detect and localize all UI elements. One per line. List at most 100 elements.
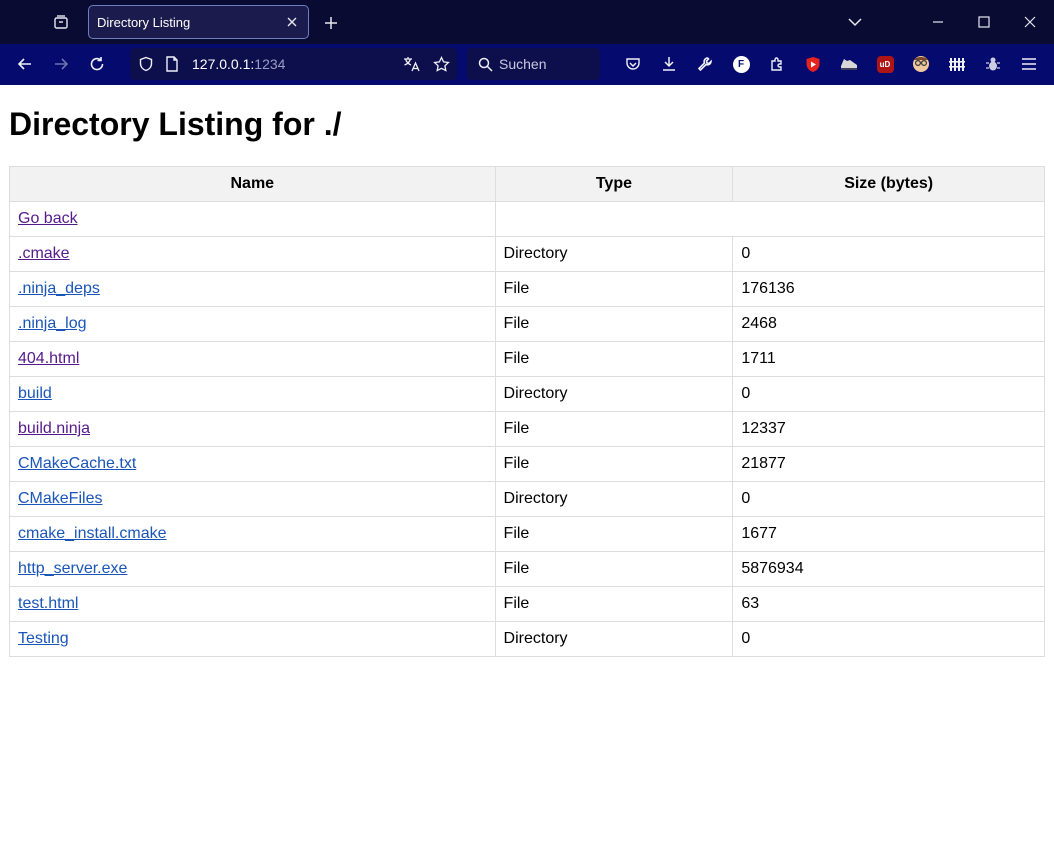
shield-icon[interactable] (134, 52, 158, 76)
url-text[interactable]: 127.0.0.1:1234 (192, 56, 285, 72)
file-link[interactable]: build.ninja (18, 420, 90, 437)
type-cell: Directory (494, 376, 734, 412)
app-menu-button[interactable] (1016, 51, 1042, 77)
sponsor-extension-button[interactable] (836, 51, 862, 77)
page-content: Directory Listing for ./ Name Type Size … (0, 85, 1054, 857)
avatar-extension-button[interactable] (908, 51, 934, 77)
table-row: Testing Directory 0 (9, 621, 1045, 657)
reload-button[interactable] (83, 50, 111, 78)
download-icon (663, 57, 675, 71)
size-cell: 0 (732, 481, 1045, 517)
tab-list-button[interactable] (46, 8, 76, 36)
sneaker-icon (841, 59, 857, 70)
column-header-type: Type (494, 166, 734, 202)
arrow-right-icon (55, 58, 69, 70)
hamburger-menu-icon (1022, 58, 1036, 70)
file-link[interactable]: Testing (18, 630, 69, 647)
table-row: cmake_install.cmake File 1677 (9, 516, 1045, 552)
table-row: build.ninja File 12337 (9, 411, 1045, 447)
type-cell: File (494, 306, 734, 342)
empty-cell (494, 201, 1046, 237)
name-cell: 404.html (9, 341, 496, 377)
new-tab-button[interactable] (318, 10, 344, 36)
type-cell: File (494, 271, 734, 307)
bookmark-star-icon[interactable] (429, 52, 453, 76)
minimize-icon (933, 21, 943, 23)
navigation-toolbar: 127.0.0.1:1234 F uD (0, 44, 1054, 85)
name-cell: CMakeFiles (9, 481, 496, 517)
name-cell: build (9, 376, 496, 412)
size-cell: 1677 (732, 516, 1045, 552)
chevron-down-icon (848, 18, 862, 27)
table-row: CMakeCache.txt File 21877 (9, 446, 1045, 482)
pocket-button[interactable] (620, 51, 646, 77)
list-all-tabs-button[interactable] (841, 8, 869, 36)
go-back-link[interactable]: Go back (18, 210, 78, 227)
url-port: 1234 (254, 56, 286, 72)
go-back-cell: Go back (9, 201, 496, 237)
developer-tools-button[interactable] (692, 51, 718, 77)
bug-extension-button[interactable] (980, 51, 1006, 77)
youtube-extension-button[interactable] (800, 51, 826, 77)
search-input[interactable] (497, 55, 595, 73)
file-link[interactable]: http_server.exe (18, 560, 127, 577)
window-close-button[interactable] (1016, 8, 1044, 36)
reload-icon (90, 57, 104, 71)
file-link[interactable]: .cmake (18, 245, 70, 262)
file-link[interactable]: 404.html (18, 350, 79, 367)
minimize-button[interactable] (924, 8, 952, 36)
size-cell: 176136 (732, 271, 1045, 307)
type-cell: Directory (494, 481, 734, 517)
name-cell: CMakeCache.txt (9, 446, 496, 482)
active-tab[interactable]: Directory Listing (88, 5, 309, 39)
file-link[interactable]: test.html (18, 595, 78, 612)
close-icon (287, 17, 297, 27)
file-link[interactable]: build (18, 385, 52, 402)
name-cell: http_server.exe (9, 551, 496, 587)
file-link[interactable]: cmake_install.cmake (18, 525, 167, 542)
page-icon[interactable] (160, 52, 184, 76)
back-button[interactable] (11, 50, 39, 78)
url-bar[interactable]: 127.0.0.1:1234 (130, 48, 457, 80)
extensions-button[interactable] (764, 51, 790, 77)
table-row: build Directory 0 (9, 376, 1045, 412)
file-link[interactable]: .ninja_log (18, 315, 87, 332)
translate-icon[interactable] (400, 52, 424, 76)
table-header-row: Name Type Size (bytes) (9, 166, 1045, 202)
file-link[interactable]: CMakeFiles (18, 490, 102, 507)
folder-tabs-icon (54, 15, 68, 29)
ublock-shield-icon: uD (876, 55, 894, 73)
table-row: .ninja_deps File 176136 (9, 271, 1045, 307)
type-cell: File (494, 551, 734, 587)
size-cell: 0 (732, 376, 1045, 412)
file-link[interactable]: CMakeCache.txt (18, 455, 136, 472)
type-cell: Directory (494, 621, 734, 657)
puzzle-piece-icon (771, 57, 782, 71)
maximize-button[interactable] (970, 8, 998, 36)
file-link[interactable]: .ninja_deps (18, 280, 100, 297)
name-cell: .cmake (9, 236, 496, 272)
column-header-size: Size (bytes) (732, 166, 1045, 202)
table-row: .ninja_log File 2468 (9, 306, 1045, 342)
forward-button[interactable] (47, 50, 75, 78)
table-row: CMakeFiles Directory 0 (9, 481, 1045, 517)
fence-extension-button[interactable] (944, 51, 970, 77)
extension-f-button[interactable]: F (728, 51, 754, 77)
type-cell: Directory (494, 236, 734, 272)
ublock-origin-button[interactable]: uD (872, 51, 898, 77)
size-cell: 1711 (732, 341, 1045, 377)
name-cell: .ninja_log (9, 306, 496, 342)
downloads-button[interactable] (656, 51, 682, 77)
size-cell: 0 (732, 236, 1045, 272)
search-bar[interactable] (467, 48, 600, 80)
name-cell: test.html (9, 586, 496, 622)
type-cell: File (494, 586, 734, 622)
name-cell: cmake_install.cmake (9, 516, 496, 552)
type-cell: File (494, 341, 734, 377)
tab-close-button[interactable] (282, 12, 302, 32)
tab-title: Directory Listing (97, 15, 191, 30)
search-icon (474, 53, 496, 75)
table-row-go-back: Go back (9, 201, 1046, 237)
bug-icon (986, 57, 1000, 71)
type-cell: File (494, 411, 734, 447)
